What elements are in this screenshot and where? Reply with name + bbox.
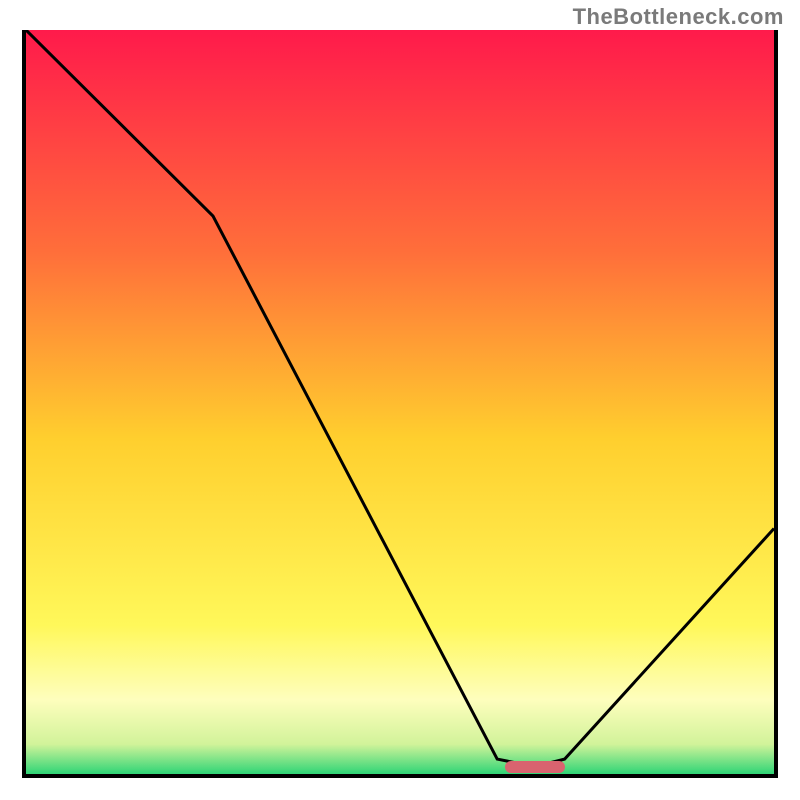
watermark-text: TheBottleneck.com — [573, 4, 784, 30]
plot-area-border — [22, 30, 778, 778]
bottleneck-curve — [26, 30, 774, 767]
curve-layer — [26, 30, 774, 774]
chart-frame: TheBottleneck.com — [0, 0, 800, 800]
plot-area — [26, 30, 774, 774]
optimal-marker — [505, 761, 565, 773]
